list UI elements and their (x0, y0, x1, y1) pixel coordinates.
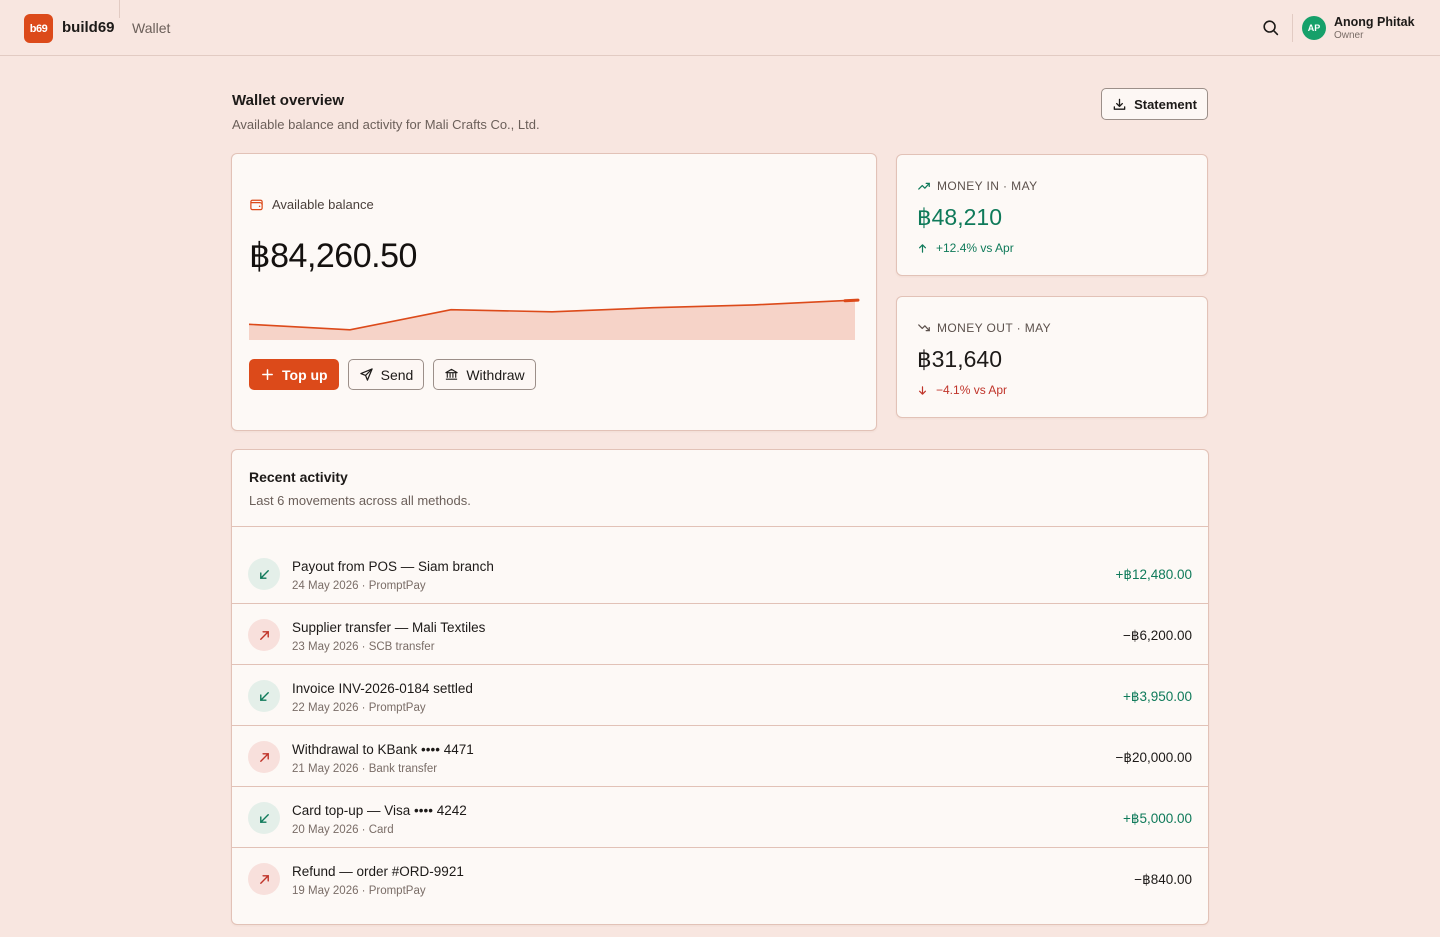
balance-sparkline (249, 298, 860, 340)
money-in-card: MONEY IN · MAY ฿48,210 +12.4% vs Apr (896, 154, 1208, 276)
activity-subtitle: Last 6 movements across all methods. (249, 493, 471, 508)
brand-name[interactable]: build69 (62, 19, 115, 36)
activity-row-title: Refund — order #ORD-9921 (292, 864, 464, 879)
money-in-label: MONEY IN · MAY (937, 179, 1038, 193)
breadcrumb-wallet[interactable]: Wallet (132, 20, 170, 36)
money-out-delta: −4.1% vs Apr (917, 383, 1007, 397)
statement-button[interactable]: Statement (1101, 88, 1208, 120)
money-out-header: MONEY OUT · MAY (917, 321, 1051, 335)
activity-row-amount: +฿3,950.00 (1122, 689, 1192, 704)
activity-list: Payout from POS — Siam branch 24 May 202… (232, 543, 1208, 909)
balance-card: Available balance ฿84,260.50 Top up Send… (231, 153, 877, 431)
search-icon[interactable] (1261, 18, 1281, 38)
topbar-separator (1292, 14, 1293, 42)
top-up-button[interactable]: Top up (249, 359, 339, 390)
activity-row-meta: 23 May 2026 · SCB transfer (292, 641, 435, 653)
activity-row-meta: 21 May 2026 · Bank transfer (292, 763, 438, 775)
money-in-header: MONEY IN · MAY (917, 179, 1038, 193)
activity-row-amount: −฿20,000.00 (1115, 750, 1192, 765)
statement-label: Statement (1134, 96, 1197, 112)
avatar[interactable]: AP (1302, 16, 1326, 40)
arrow-down-icon (918, 385, 927, 395)
trend-down-icon (918, 324, 930, 332)
activity-divider (232, 526, 1208, 527)
top-bar: b69 build69 Wallet AP Anong Phitak Owner (0, 0, 1440, 56)
activity-row[interactable]: Invoice INV-2026-0184 settled 22 May 202… (232, 665, 1208, 726)
recent-activity-card: Recent activity Last 6 movements across … (231, 449, 1209, 925)
send-icon (359, 368, 373, 381)
activity-row-title: Card top-up — Visa •••• 4242 (292, 803, 467, 818)
balance-label-row: Available balance (249, 197, 374, 212)
page-subtitle: Available balance and activity for Mali … (232, 117, 540, 132)
sparkline-area (249, 300, 855, 340)
activity-title: Recent activity (249, 469, 348, 485)
activity-row-title: Invoice INV-2026-0184 settled (292, 681, 473, 696)
send-button[interactable]: Send (347, 359, 425, 390)
page-title: Wallet overview (232, 92, 344, 109)
activity-row-amount: +฿5,000.00 (1122, 811, 1192, 826)
wallet-icon (250, 199, 263, 211)
trend-up-icon (918, 182, 930, 190)
arrow-up-right-icon (248, 619, 280, 651)
activity-row[interactable]: Refund — order #ORD-9921 19 May 2026 · P… (232, 848, 1208, 909)
activity-row[interactable]: Card top-up — Visa •••• 4242 20 May 2026… (232, 787, 1208, 848)
arrow-up-right-icon (248, 863, 280, 895)
money-out-value: ฿31,640 (917, 346, 1002, 372)
arrow-up-icon (918, 243, 927, 253)
money-in-delta-text: +12.4% vs Apr (936, 241, 1014, 255)
activity-row-meta: 19 May 2026 · PromptPay (292, 885, 426, 897)
arrow-down-left-icon (248, 558, 280, 590)
activity-row-title: Withdrawal to KBank •••• 4471 (292, 742, 474, 757)
user-role: Owner (1334, 30, 1364, 41)
activity-row-meta: 24 May 2026 · PromptPay (292, 580, 426, 592)
balance-label: Available balance (272, 197, 374, 212)
download-icon (1113, 98, 1126, 110)
activity-row[interactable]: Withdrawal to KBank •••• 4471 21 May 202… (232, 726, 1208, 787)
send-label: Send (380, 366, 414, 383)
activity-row[interactable]: Payout from POS — Siam branch 24 May 202… (232, 543, 1208, 604)
user-name[interactable]: Anong Phitak (1334, 15, 1415, 29)
arrow-up-right-icon (248, 741, 280, 773)
money-in-delta: +12.4% vs Apr (917, 241, 1014, 255)
activity-row-amount: −฿6,200.00 (1122, 628, 1192, 643)
activity-row-title: Supplier transfer — Mali Textiles (292, 620, 486, 635)
activity-row[interactable]: Supplier transfer — Mali Textiles 23 May… (232, 604, 1208, 665)
money-out-delta-text: −4.1% vs Apr (936, 383, 1008, 397)
activity-row-amount: +฿12,480.00 (1115, 567, 1192, 582)
brand-logo[interactable]: b69 (24, 14, 53, 43)
top-up-label: Top up (282, 366, 328, 383)
activity-row-title: Payout from POS — Siam branch (292, 559, 494, 574)
activity-row-meta: 20 May 2026 · Card (292, 824, 394, 836)
arrow-down-left-icon (248, 680, 280, 712)
activity-row-amount: −฿840.00 (1134, 872, 1192, 887)
sparkline-end-marker (843, 298, 860, 303)
activity-row-meta: 22 May 2026 · PromptPay (292, 702, 426, 714)
bank-icon (445, 368, 458, 380)
topbar-divider (119, 0, 120, 18)
balance-actions: Top up Send Withdraw (249, 359, 536, 390)
arrow-down-left-icon (248, 802, 280, 834)
plus-icon (262, 369, 273, 380)
money-out-card: MONEY OUT · MAY ฿31,640 −4.1% vs Apr (896, 296, 1208, 418)
balance-amount: ฿84,260.50 (249, 237, 417, 275)
withdraw-button[interactable]: Withdraw (433, 359, 536, 390)
money-out-label: MONEY OUT · MAY (937, 321, 1052, 335)
money-in-value: ฿48,210 (917, 204, 1002, 230)
withdraw-label: Withdraw (466, 366, 525, 383)
